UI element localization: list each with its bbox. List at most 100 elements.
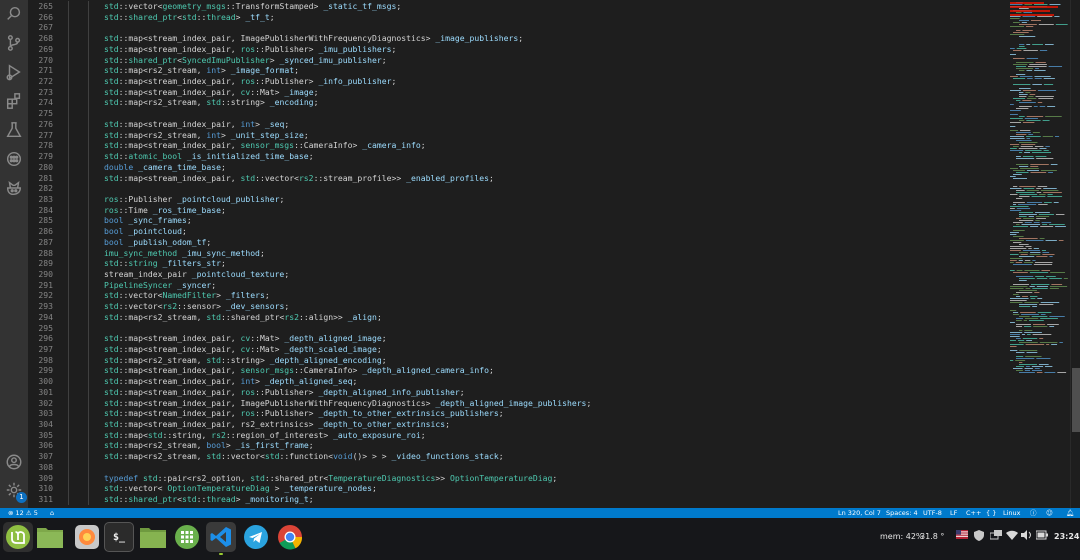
code-line[interactable]: 295 — [28, 322, 1008, 334]
notifications-bell-icon[interactable]: 🔔︎ — [1066, 508, 1074, 518]
vscode-icon[interactable] — [206, 522, 236, 555]
extensions-icon[interactable] — [4, 91, 24, 111]
minimap[interactable] — [1008, 0, 1070, 508]
language-mode[interactable]: C++ — [966, 508, 981, 518]
code-line[interactable]: 289 std::string _filters_str; — [28, 258, 1008, 269]
vertical-scrollbar[interactable] — [1070, 0, 1080, 508]
code-line[interactable]: 310 std::vector< OptionTemperatureDiag > … — [28, 483, 1008, 495]
files-icon[interactable] — [35, 522, 65, 552]
code-line[interactable]: 304 std::map<stream_index_pair, rs2_extri… — [28, 419, 1008, 430]
code-line[interactable]: 281 std::map<stream_index_pair, std::vect… — [28, 172, 1008, 184]
code-line[interactable]: 299 std::map<stream_index_pair, sensor_ms… — [28, 365, 1008, 377]
code-line[interactable]: 276 std::map<stream_index_pair, int> _seq… — [28, 118, 1008, 130]
keyboard-layout-flag-icon[interactable] — [956, 530, 968, 541]
code-token: std — [143, 472, 158, 483]
indentation[interactable]: Spaces: 4 — [886, 508, 918, 518]
settings-gear-icon[interactable]: 1 — [4, 480, 27, 503]
temperature-indicator[interactable]: 31.8 ° — [920, 532, 944, 541]
minimap-line — [1021, 224, 1041, 225]
code-line[interactable]: 303 std::map<stream_index_pair, ros::Publ… — [28, 408, 1008, 420]
code-line[interactable]: 305 std::map<std::string, rs2::region_of_… — [28, 429, 1008, 441]
code-token: std — [206, 97, 221, 108]
firefox-icon[interactable] — [72, 522, 102, 552]
code-token: ::stream_profile>> — [313, 172, 407, 183]
account-icon[interactable] — [4, 452, 24, 472]
minimap-line — [1026, 116, 1044, 117]
code-line[interactable]: 268 std::map<stream_index_pair, ImagePubl… — [28, 33, 1008, 44]
code-line[interactable]: 298 std::map<rs2_stream, std::string> _de… — [28, 354, 1008, 366]
code-line[interactable]: 297 std::map<stream_index_pair, cv::Mat> … — [28, 344, 1008, 355]
telegram-icon[interactable] — [241, 522, 271, 552]
code-line[interactable]: 284 ros::Time _ros_time_base; — [28, 204, 1008, 216]
code-line[interactable]: 273 std::map<stream_index_pair, cv::Mat> … — [28, 86, 1008, 98]
code-line[interactable]: 300 std::map<stream_index_pair, int> _dep… — [28, 376, 1008, 387]
code-line[interactable]: 270 std::shared_ptr<SyncedImuPublisher> _… — [28, 54, 1008, 66]
indent-guide — [68, 65, 69, 77]
code-line[interactable]: 287 bool _publish_odom_tf; — [28, 236, 1008, 248]
volume-icon[interactable] — [1021, 530, 1033, 542]
code-line[interactable]: 290 stream_index_pair _pointcloud_texture… — [28, 268, 1008, 280]
line-ending[interactable]: LF — [950, 508, 957, 518]
terminal-icon[interactable]: $_ — [104, 522, 134, 552]
code-line[interactable]: 266 std::shared_ptr<std::thread> _tf_t; — [28, 11, 1008, 23]
home-icon[interactable]: ⌂ — [50, 508, 54, 518]
code-token: ; — [381, 333, 387, 344]
code-token: NamedFilter — [162, 290, 217, 301]
code-line[interactable]: 302 std::map<stream_index_pair, ImagePubl… — [28, 397, 1008, 409]
code-line[interactable]: 282 — [28, 183, 1008, 194]
clock[interactable]: 23:24 — [1054, 532, 1079, 541]
platform[interactable]: Linux — [1003, 508, 1021, 518]
search-icon[interactable] — [4, 4, 24, 24]
minimap-line — [1013, 98, 1026, 99]
memory-indicator[interactable]: mem: 42% — [880, 532, 924, 541]
code-line[interactable]: 285 bool _sync_frames; — [28, 215, 1008, 227]
file-encoding[interactable]: UTF-8 — [923, 508, 942, 518]
code-line[interactable]: 274 std::map<rs2_stream, std::string> _en… — [28, 97, 1008, 109]
code-line[interactable]: 267 — [28, 22, 1008, 34]
wifi-icon[interactable] — [1006, 530, 1018, 542]
info-icon[interactable]: ⓘ — [1030, 508, 1037, 518]
chrome-icon[interactable] — [275, 522, 305, 552]
code-line[interactable]: 265 std::vector<geometry_msgs::TransformS… — [28, 1, 1008, 12]
code-lines[interactable]: 265 std::vector<geometry_msgs::TransformS… — [28, 1, 1008, 505]
code-line[interactable]: 309 typedef std::pair<rs2_option, std::sh… — [28, 472, 1008, 484]
folder-icon[interactable] — [138, 522, 168, 552]
code-editor[interactable]: 265 std::vector<geometry_msgs::TransformS… — [28, 0, 1080, 508]
battery-icon[interactable] — [1035, 530, 1048, 542]
code-line[interactable]: 286 bool _pointcloud; — [28, 226, 1008, 237]
cursor-position[interactable]: Ln 320, Col 7 — [838, 508, 881, 518]
code-line[interactable]: 288 imu_sync_method _imu_sync_method; — [28, 247, 1008, 259]
code-line[interactable]: 294 std::map<rs2_stream, std::shared_ptr<… — [28, 311, 1008, 323]
docker-icon[interactable] — [4, 178, 24, 198]
code-line[interactable]: 292 std::vector<NamedFilter> _filters; — [28, 290, 1008, 302]
code-line[interactable]: 306 std::map<rs2_stream, bool> _is_first_… — [28, 440, 1008, 452]
code-line[interactable]: 293 std::vector<rs2::sensor> _dev_sensors… — [28, 301, 1008, 312]
code-line[interactable]: 272 std::map<stream_index_pair, ros::Publ… — [28, 76, 1008, 87]
code-line[interactable]: 275 — [28, 108, 1008, 119]
code-line[interactable]: 296 std::map<stream_index_pair, cv::Mat> … — [28, 333, 1008, 344]
code-line[interactable]: 279 std::atomic_bool _is_initialized_time… — [28, 151, 1008, 162]
scrollbar-thumb[interactable] — [1072, 368, 1080, 432]
code-line[interactable]: 311 std::shared_ptr<std::thread> _monitor… — [28, 494, 1008, 505]
code-line[interactable]: 278 std::map<stream_index_pair, sensor_ms… — [28, 140, 1008, 152]
code-line[interactable]: 277 std::map<rs2_stream, int> _unit_step_… — [28, 129, 1008, 141]
format-icon[interactable]: { } — [986, 508, 996, 518]
calculator-icon[interactable] — [172, 522, 202, 552]
linux-mint-menu-icon[interactable] — [3, 522, 33, 552]
code-line[interactable]: 269 std::map<stream_index_pair, ros::Publ… — [28, 43, 1008, 55]
code-line[interactable]: 301 std::map<stream_index_pair, ros::Publ… — [28, 386, 1008, 398]
code-line[interactable]: 307 std::map<rs2_stream, std::vector<std:… — [28, 451, 1008, 462]
feedback-icon[interactable]: ☺ — [1046, 508, 1053, 518]
code-line[interactable]: 280 double _camera_time_base; — [28, 161, 1008, 173]
code-line[interactable]: 308 — [28, 461, 1008, 473]
testing-icon[interactable] — [4, 120, 24, 140]
code-line[interactable]: 283 ros::Publisher _pointcloud_publisher; — [28, 193, 1008, 205]
code-line[interactable]: 291 PipelineSyncer _syncer; — [28, 279, 1008, 291]
problems-indicator[interactable]: ⊗ 12 ⚠ 5 — [8, 508, 38, 518]
ros-icon[interactable] — [4, 149, 24, 169]
source-control-icon[interactable] — [4, 33, 24, 53]
run-debug-icon[interactable] — [4, 62, 24, 82]
code-line[interactable]: 271 std::map<rs2_stream, int> _image_form… — [28, 65, 1008, 77]
network-icon[interactable] — [989, 530, 1002, 542]
shield-icon[interactable] — [974, 530, 984, 543]
